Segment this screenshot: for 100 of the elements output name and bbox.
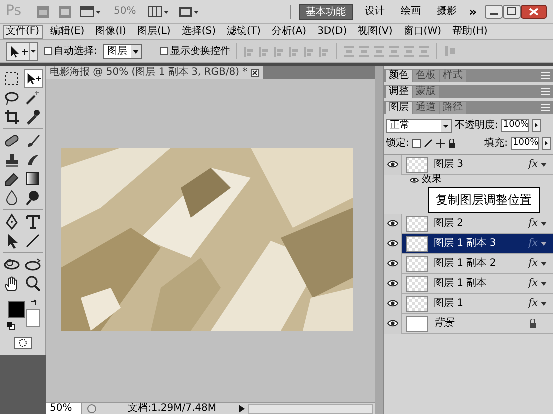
- zoom-field[interactable]: 50%: [46, 403, 82, 414]
- panel-tab[interactable]: 调整: [386, 86, 412, 98]
- layer-row[interactable]: 图层 1 副本 3 fx: [384, 234, 553, 254]
- foreground-color-swatch[interactable]: [8, 301, 24, 318]
- fx-label: fx: [528, 277, 538, 291]
- lock-transparency-icon[interactable]: [412, 139, 422, 148]
- layer-name: 图层 1 副本 3: [434, 236, 498, 251]
- layer-name: 图层 1: [434, 297, 465, 311]
- fx-label: fx: [528, 158, 538, 172]
- eye-icon[interactable]: [386, 259, 398, 268]
- caret-icon[interactable]: [131, 44, 142, 58]
- menu-item[interactable]: 滤镜(T): [224, 24, 264, 38]
- layer-thumbnail: [406, 296, 428, 312]
- crop-icon[interactable]: [2, 107, 22, 126]
- document-info: 文档:1.29M/7.48M: [128, 402, 218, 414]
- close-icon[interactable]: [521, 4, 547, 18]
- layer-name: 背景: [434, 316, 456, 331]
- menu-item[interactable]: 帮助(H): [450, 24, 491, 38]
- panel-tab[interactable]: 蒙版: [413, 86, 439, 98]
- fill-label: 填充:: [484, 136, 508, 151]
- eye-icon[interactable]: [410, 176, 419, 184]
- blend-mode-dropdown[interactable]: 正常: [386, 118, 452, 132]
- panel-tab[interactable]: 颜色: [386, 70, 412, 82]
- screen-mode-icon[interactable]: [178, 4, 200, 18]
- maximize-icon[interactable]: [503, 4, 521, 18]
- checkbox[interactable]: [44, 47, 52, 55]
- caret-icon[interactable]: [441, 120, 451, 132]
- opacity-field[interactable]: 100%: [501, 119, 530, 132]
- lock-label: 锁定:: [386, 136, 410, 151]
- expand-arrow-icon[interactable]: [541, 302, 547, 306]
- menu-item[interactable]: 图层(L): [134, 24, 174, 38]
- minimize-icon[interactable]: [485, 4, 503, 18]
- lock-position-icon[interactable]: [436, 139, 446, 148]
- layer-name: 图层 1 副本: [434, 276, 488, 291]
- zoom-icon[interactable]: [24, 274, 42, 293]
- menu-item[interactable]: 3D(D): [314, 24, 350, 38]
- more-workspaces-button[interactable]: »: [469, 2, 477, 20]
- layer-thumbnail: [406, 236, 428, 252]
- panel-menu-icon[interactable]: [541, 72, 550, 79]
- lock-icon[interactable]: [448, 139, 456, 148]
- tool-preset-picker[interactable]: [6, 42, 38, 60]
- eye-icon[interactable]: [386, 299, 398, 308]
- layer-thumbnail: [406, 316, 428, 332]
- layer-row[interactable]: 图层 1 副本 fx: [384, 274, 553, 294]
- layer-row[interactable]: 图层 3 fx: [384, 155, 553, 175]
- panel-tab[interactable]: 通道: [413, 102, 439, 114]
- checkbox-label: 自动选择:: [54, 44, 98, 58]
- panel-tab[interactable]: 色板: [413, 70, 439, 82]
- layer-thumbnail: [406, 256, 428, 272]
- workspace-button[interactable]: 设计: [361, 4, 390, 20]
- checkbox[interactable]: [160, 47, 168, 55]
- target-dropdown[interactable]: 图层: [103, 44, 142, 58]
- menu-item[interactable]: 文件(F): [3, 24, 43, 38]
- status-menu-icon[interactable]: [238, 404, 246, 414]
- menu-item[interactable]: 窗口(W): [400, 24, 444, 38]
- workspace-button[interactable]: 基本功能: [299, 4, 354, 20]
- layer-row[interactable]: 图层 2 fx: [384, 214, 553, 234]
- fill-field[interactable]: 100%: [511, 137, 539, 150]
- effects-label: 效果: [422, 175, 442, 185]
- eye-icon[interactable]: [386, 219, 398, 228]
- swap-colors-icon[interactable]: [30, 299, 38, 307]
- expand-arrow-icon[interactable]: [541, 242, 547, 246]
- fx-label: fx: [528, 257, 538, 271]
- panel-tab[interactable]: 样式: [440, 70, 466, 82]
- move-tool-icon[interactable]: [24, 69, 42, 88]
- panel-menu-icon[interactable]: [541, 88, 550, 95]
- expand-arrow-icon[interactable]: [541, 222, 547, 226]
- layer-row[interactable]: 背景: [384, 314, 553, 334]
- background-color-swatch[interactable]: [26, 309, 40, 327]
- horizontal-scrollbar[interactable]: [248, 404, 373, 414]
- quick-mask-icon[interactable]: [14, 337, 32, 349]
- arrange-documents-icon[interactable]: [148, 4, 170, 18]
- panel-menu-icon[interactable]: [541, 104, 550, 111]
- type-icon[interactable]: [24, 212, 42, 231]
- panel-tab[interactable]: 路径: [440, 102, 466, 114]
- workspace-button[interactable]: 绘画: [397, 4, 426, 20]
- expand-arrow-icon[interactable]: [541, 282, 547, 286]
- menu-item[interactable]: 分析(A): [268, 24, 310, 38]
- view-extras-icon[interactable]: [80, 4, 102, 18]
- close-icon[interactable]: [250, 68, 259, 76]
- eye-icon[interactable]: [386, 239, 398, 248]
- workspace-button[interactable]: 摄影: [433, 4, 462, 20]
- layer-thumbnail: [406, 156, 428, 172]
- expand-arrow-icon[interactable]: [541, 162, 547, 166]
- menu-item[interactable]: 选择(S): [178, 24, 219, 38]
- expand-arrow-icon[interactable]: [541, 262, 547, 266]
- layer-row[interactable]: 图层 1 副本 2 fx: [384, 254, 553, 274]
- menu-item[interactable]: 视图(V): [355, 24, 396, 38]
- default-colors-icon[interactable]: [6, 322, 14, 330]
- menu-item[interactable]: 编辑(E): [48, 24, 88, 38]
- caret-icon[interactable]: [29, 42, 37, 60]
- lock-pixels-icon[interactable]: [424, 139, 434, 148]
- eye-icon[interactable]: [386, 279, 398, 288]
- menu-item[interactable]: 图像(I): [92, 24, 130, 38]
- layer-row[interactable]: 图层 1 fx: [384, 294, 553, 314]
- layer-thumbnail: [406, 276, 428, 292]
- panel-tab[interactable]: 图层: [386, 102, 412, 114]
- eye-icon[interactable]: [386, 319, 398, 328]
- opacity-label: 不透明度:: [455, 118, 498, 133]
- eye-icon[interactable]: [386, 160, 398, 169]
